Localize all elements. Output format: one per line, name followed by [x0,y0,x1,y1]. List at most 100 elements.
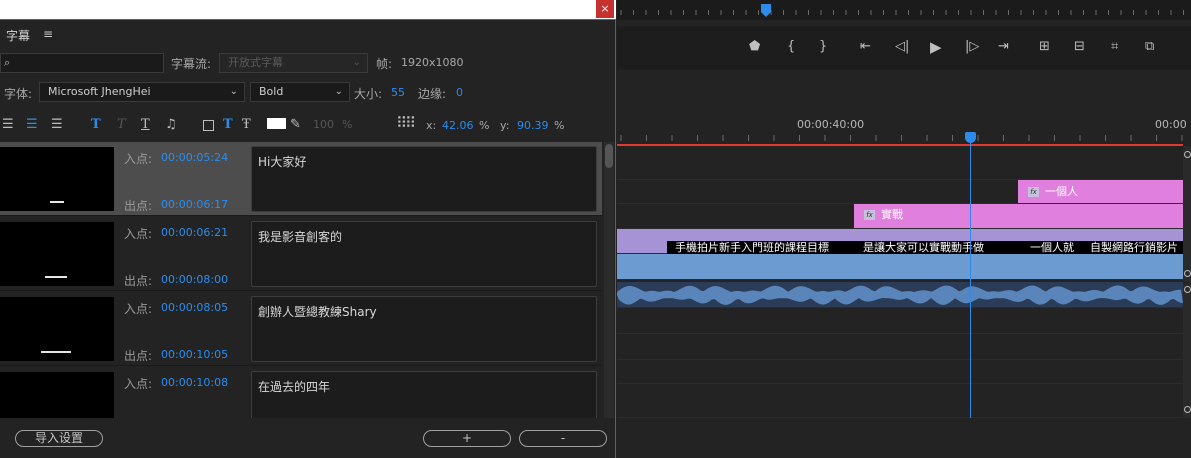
text-edge-icon[interactable]: Ŧ [242,117,251,132]
stream-select[interactable]: 开放式字幕 ⌄ [219,53,368,73]
caption-track[interactable]: 手機拍片新手入門班的課程目標 是讓大家可以實戰動手做 一個人就 自製網路行銷影片 [617,229,1183,254]
play-icon[interactable]: ▶ [930,39,942,55]
font-style-select[interactable]: Bold ⌄ [250,82,350,102]
panel-tab-captions[interactable]: 字幕 [6,27,30,44]
export-frame-icon[interactable]: ⌗ [1111,39,1118,55]
scroll-handle[interactable] [1184,286,1191,293]
position-grid-icon[interactable]: ⠿⠿ [396,114,416,132]
mark-out-icon[interactable]: } [819,39,827,55]
add-marker-icon[interactable]: ⬟ [749,39,760,55]
search-input[interactable]: ⌕ [0,53,164,73]
mini-playhead-marker [761,4,771,17]
out-point-label: 出点: [124,199,153,213]
x-value[interactable]: 42.06 [442,119,474,132]
playhead-line[interactable] [970,138,971,418]
caption-clip[interactable]: 手機拍片新手入門班的課程目標 [667,241,853,254]
in-point-label: 入点: [124,377,153,391]
caption-row[interactable]: 入点: 00:00:06:21 出点: 00:00:08:00 我是影音創客的 [0,217,602,291]
track-a2[interactable] [617,308,1183,334]
monitor-mini-ruler[interactable] [617,0,1191,20]
margin-value[interactable]: 0 [456,86,463,99]
remove-caption-button[interactable]: - [519,430,607,447]
caption-row[interactable]: 入点: 00:00:10:08 在過去的四年 [0,367,602,418]
comparison-view-icon[interactable]: ⧉ [1145,39,1154,55]
in-point-time[interactable]: 00:00:06:21 [161,226,228,239]
caption-clip[interactable]: 一個人就 [1018,241,1078,254]
caption-text-field[interactable]: 創辦人暨總教練Shary [251,296,597,362]
chevron-down-icon: ⌄ [334,86,343,97]
frame-value: 1920x1080 [401,56,464,69]
fx-badge: fx [1028,187,1039,197]
align-right-icon[interactable]: ☰ [51,117,63,132]
panel-menu-icon[interactable]: ≡ [43,27,53,41]
title-clip[interactable]: fx 實戰 [854,204,1183,228]
go-to-in-icon[interactable]: ⇤ [860,39,871,55]
track-v2[interactable]: fx 實戰 [617,204,1183,229]
track-master[interactable] [617,384,1183,418]
track-v4[interactable] [617,146,1183,180]
out-point-label: 出点: [124,274,153,288]
scrollbar-thumb[interactable] [605,144,613,168]
track-a4[interactable] [617,360,1183,384]
color-swatch[interactable] [267,118,286,129]
title-clip[interactable]: fx 一個人 [1018,180,1183,203]
scroll-handle[interactable] [1184,151,1191,158]
caption-list: 入点: 00:00:05:24 出点: 00:00:06:17 Hi大家好 入点… [0,142,602,418]
audio-tracks-scrollbar[interactable] [1183,284,1191,418]
transport-controls: ⬟ { } ⇤ ◁| ▶ |▷ ⇥ ⊞ ⊟ ⌗ ⧉ [617,26,1191,70]
timeline-area: ⬟ { } ⇤ ◁| ▶ |▷ ⇥ ⊞ ⊟ ⌗ ⧉ 00:00:40:00 00… [617,0,1191,458]
caption-text-field[interactable]: Hi大家好 [251,146,597,212]
bold-text-icon[interactable]: T [91,117,101,132]
x-unit: % [479,119,490,132]
size-value[interactable]: 55 [391,86,405,99]
eyedropper-icon[interactable]: ✎ [290,117,301,132]
align-center-icon[interactable]: ☰ [26,117,38,132]
window-title-strip: × [0,0,616,20]
italic-text-icon[interactable]: T [117,117,126,132]
text-color-icon[interactable]: T [223,117,233,132]
scroll-handle[interactable] [1184,270,1191,277]
import-settings-button[interactable]: 导入设置 [15,430,103,447]
step-back-icon[interactable]: ◁| [895,39,909,55]
in-point-time[interactable]: 00:00:10:08 [161,376,228,389]
scroll-handle[interactable] [1184,406,1191,413]
underline-text-icon[interactable]: T [141,117,150,132]
caption-row[interactable]: 入点: 00:00:08:05 出点: 00:00:10:05 創辦人暨總教練S… [0,292,602,366]
in-point-time[interactable]: 00:00:05:24 [161,151,228,164]
track-a1-audio-clip[interactable] [617,282,1183,308]
font-family-select[interactable]: Microsoft JhengHei ⌄ [39,82,245,102]
track-v3[interactable]: fx 一個人 [617,180,1183,204]
extract-icon[interactable]: ⊟ [1074,39,1085,55]
close-button[interactable]: × [596,0,614,18]
caption-list-scrollbar[interactable] [604,142,614,418]
in-point-label: 入点: [124,152,153,166]
chevron-down-icon: ⌄ [229,86,238,97]
background-box-icon[interactable] [203,120,214,131]
music-note-icon[interactable]: ♫ [165,117,177,132]
track-a3[interactable] [617,334,1183,360]
caption-text-field[interactable]: 我是影音創客的 [251,221,597,287]
mark-in-icon[interactable]: { [787,39,795,55]
caption-clip[interactable]: 是讓大家可以實戰動手做 [853,241,1018,254]
caption-text-field[interactable]: 在過去的四年 [251,371,597,418]
caption-clip[interactable]: 自製網路行銷影片 [1078,241,1183,254]
timeline-ruler[interactable] [617,110,1191,144]
y-label: y: [500,119,510,132]
y-value[interactable]: 90.39 [517,119,549,132]
out-point-time[interactable]: 00:00:06:17 [161,198,228,211]
size-label: 大小: [354,87,383,101]
caption-row[interactable]: 入点: 00:00:05:24 出点: 00:00:06:17 Hi大家好 [0,142,602,216]
in-point-time[interactable]: 00:00:08:05 [161,301,228,314]
frame-label: 帧: [376,57,393,71]
add-caption-button[interactable]: + [423,430,511,447]
mini-ruler-ticks [620,4,1184,17]
video-tracks-scrollbar[interactable] [1183,146,1191,282]
y-unit: % [554,119,565,132]
align-left-icon[interactable]: ☰ [2,117,14,132]
lift-icon[interactable]: ⊞ [1039,39,1050,55]
go-to-out-icon[interactable]: ⇥ [998,39,1009,55]
step-forward-icon[interactable]: |▷ [965,39,979,55]
track-v1-video-clip[interactable] [617,254,1183,280]
out-point-time[interactable]: 00:00:10:05 [161,348,228,361]
out-point-time[interactable]: 00:00:08:00 [161,273,228,286]
